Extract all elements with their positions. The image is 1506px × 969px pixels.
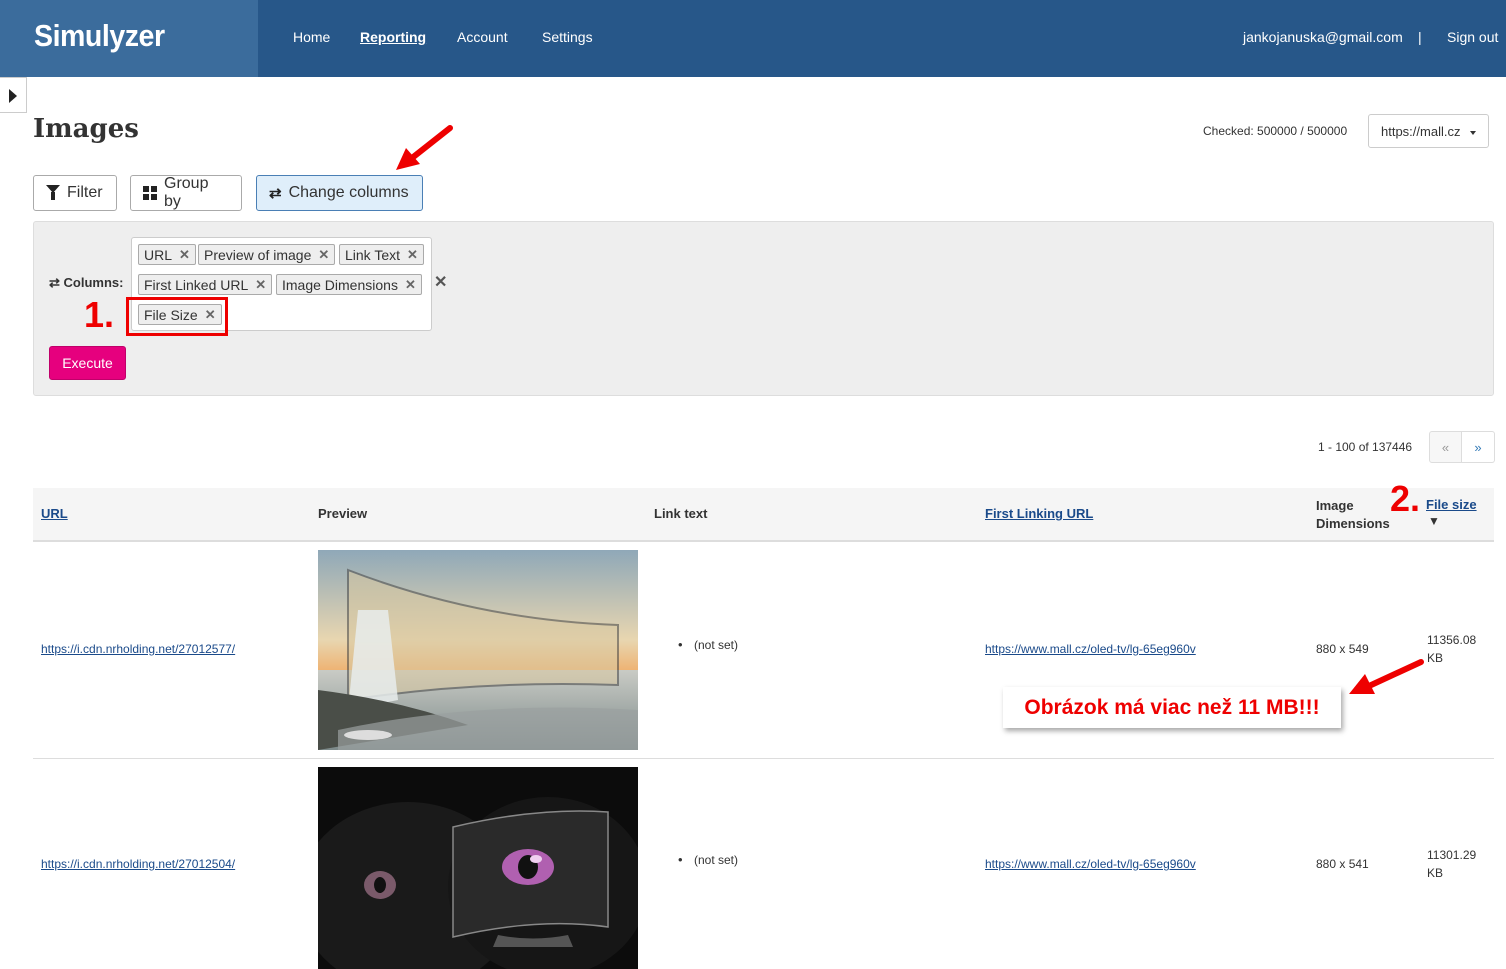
- caret-down-icon: [1470, 131, 1476, 135]
- row-url-link[interactable]: https://i.cdn.nrholding.net/27012504/: [41, 857, 235, 871]
- group-by-label: Group by: [164, 175, 209, 210]
- user-email: jankojanuska@gmail.com: [1243, 29, 1403, 45]
- remove-tag-icon[interactable]: ✕: [318, 247, 329, 263]
- nav-reporting[interactable]: Reporting: [360, 29, 426, 45]
- image-dimensions-value: 880 x 541: [1316, 857, 1369, 871]
- columns-label: ⇄ Columns:: [49, 275, 124, 290]
- top-header: Simulyzer Home Reporting Account Setting…: [0, 0, 1506, 77]
- nav-home[interactable]: Home: [293, 29, 330, 45]
- first-linking-url-link[interactable]: https://www.mall.cz/oled-tv/lg-65eg960v: [985, 642, 1196, 656]
- file-size-unit: KB: [1427, 866, 1444, 880]
- remove-tag-icon[interactable]: ✕: [179, 247, 190, 263]
- filter-icon: [46, 185, 60, 201]
- annotation-highlight-box: [126, 297, 228, 336]
- group-by-button[interactable]: Group by: [130, 175, 242, 211]
- site-select[interactable]: https://mall.cz: [1368, 114, 1489, 148]
- logo[interactable]: Simulyzer: [34, 18, 165, 54]
- change-columns-label: Change columns: [288, 184, 409, 201]
- table-header: URL Preview Link text First Linking URL …: [33, 488, 1494, 542]
- file-size-value: 11301.29: [1427, 848, 1477, 862]
- header-url[interactable]: URL: [41, 506, 68, 521]
- filter-label: Filter: [67, 184, 103, 201]
- file-size-value: 11356.08: [1427, 633, 1477, 647]
- sort-desc-icon: ▼: [1428, 514, 1440, 528]
- remove-tag-icon[interactable]: ✕: [255, 277, 266, 293]
- checked-count: Checked: 500000 / 500000: [1203, 124, 1348, 138]
- next-page-button[interactable]: »: [1462, 431, 1495, 463]
- table-row: https://i.cdn.nrholding.net/27012504/ (n…: [33, 759, 1494, 969]
- sign-out-link[interactable]: Sign out: [1447, 29, 1498, 45]
- annotation-step-2: 2.: [1390, 478, 1421, 519]
- execute-button[interactable]: Execute: [49, 346, 126, 380]
- site-select-value: https://mall.cz: [1381, 124, 1461, 139]
- remove-tag-icon[interactable]: ✕: [405, 277, 416, 293]
- logo-area[interactable]: Simulyzer: [0, 0, 258, 77]
- column-tag-link-text[interactable]: Link Text ✕: [339, 244, 424, 265]
- column-tag-image-dimensions[interactable]: Image Dimensions ✕: [276, 274, 422, 295]
- pagination-range: 1 - 100 of 137446: [1318, 440, 1413, 454]
- link-text-item: (not set): [678, 852, 738, 867]
- columns-panel: ⇄ Columns: URL ✕ Preview of image ✕ Link T…: [33, 221, 1494, 396]
- column-tag-url[interactable]: URL ✕: [138, 244, 196, 265]
- column-tag-preview[interactable]: Preview of image ✕: [198, 244, 336, 265]
- column-tag-first-linked-url[interactable]: First Linked URL ✕: [138, 274, 273, 295]
- annotation-arrow-icon: [396, 125, 453, 170]
- filter-button[interactable]: Filter: [33, 175, 117, 211]
- preview-image-panther-tv[interactable]: [318, 767, 638, 969]
- header-preview: Preview: [318, 506, 368, 521]
- image-dimensions-value: 880 x 549: [1316, 642, 1369, 656]
- remove-tag-icon[interactable]: ✕: [407, 247, 418, 263]
- change-columns-button[interactable]: ⇄ Change columns: [256, 175, 423, 211]
- annotation-step-1: 1.: [84, 294, 115, 335]
- row-url-link[interactable]: https://i.cdn.nrholding.net/27012577/: [41, 642, 235, 656]
- prev-page-button[interactable]: «: [1429, 431, 1462, 463]
- annotation-callout: Obrázok má viac než 11 MB!!!: [1003, 687, 1341, 728]
- header-separator: |: [1418, 29, 1422, 45]
- first-linking-url-link[interactable]: https://www.mall.cz/oled-tv/lg-65eg960v: [985, 857, 1196, 871]
- header-link-text: Link text: [654, 506, 708, 521]
- page-title: Images: [33, 114, 139, 144]
- nav-account[interactable]: Account: [457, 29, 508, 45]
- link-text-item: (not set): [678, 637, 738, 652]
- preview-image-waterfall-tv[interactable]: [318, 550, 638, 750]
- nav-settings[interactable]: Settings: [542, 29, 593, 45]
- pagination: « »: [1429, 431, 1495, 463]
- swap-icon: ⇄: [49, 275, 64, 290]
- swap-icon: ⇄: [269, 184, 282, 202]
- sidebar-toggle-icon[interactable]: [0, 77, 27, 113]
- annotation-arrow-icon: [1349, 659, 1424, 694]
- grid-icon: [143, 186, 157, 200]
- header-first-linking-url[interactable]: First Linking URL: [985, 506, 1093, 521]
- header-file-size[interactable]: File size: [1426, 497, 1477, 512]
- clear-columns-icon[interactable]: ✕: [434, 272, 447, 292]
